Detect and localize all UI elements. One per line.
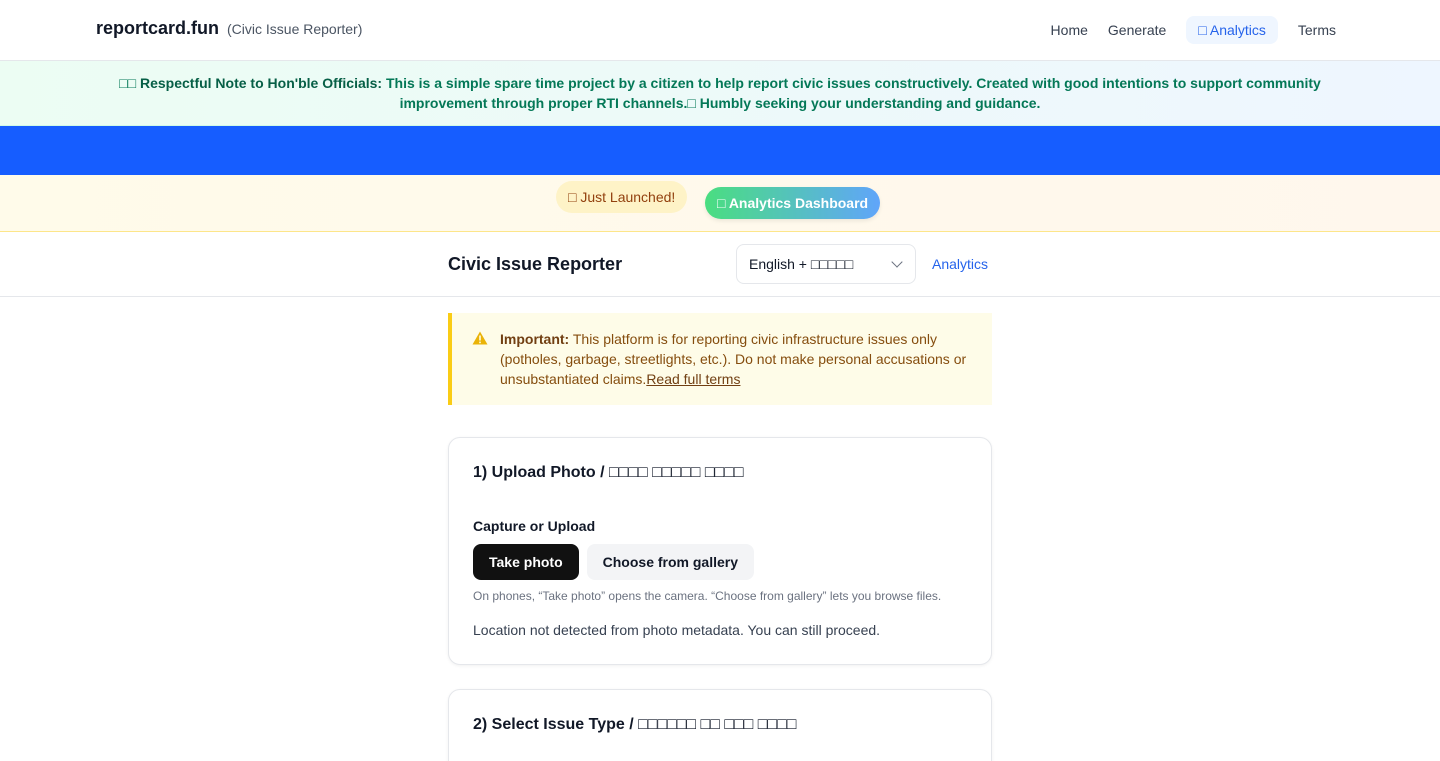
blue-banner (0, 126, 1440, 175)
upload-photo-title: 1) Upload Photo / □□□□ □□□□□ □□□□ (473, 464, 744, 481)
language-select-value: English + □□□□□ (749, 256, 854, 272)
upload-photo-card: 1) Upload Photo / □□□□ □□□□□ □□□□ Captur… (448, 437, 992, 665)
page-title: Civic Issue Reporter (448, 254, 623, 274)
issue-type-title: 2) Select Issue Type / □□□□□□ □□ □□□ □□□… (473, 716, 797, 733)
language-select[interactable]: English + □□□□□ (736, 244, 916, 284)
launch-strip: □ Just Launched! □ Analytics Dashboard (0, 175, 1440, 232)
respectful-note-text: □□ Respectful Note to Hon'ble Officials:… (115, 73, 1325, 113)
take-photo-button[interactable]: Take photo (473, 544, 579, 580)
capture-label: Capture or Upload (473, 518, 596, 534)
nav-generate[interactable]: Generate (1100, 16, 1174, 44)
location-status: Location not detected from photo metadat… (473, 622, 881, 638)
note-body: This is a simple spare time project by a… (382, 75, 1321, 111)
brand-name[interactable]: reportcard.fun (96, 18, 219, 39)
upload-hint: On phones, “Take photo” opens the camera… (473, 589, 942, 603)
note-prefix: □□ (119, 75, 140, 91)
brand[interactable]: reportcard.fun (Civic Issue Reporter) (96, 18, 362, 39)
warning-icon (472, 331, 488, 345)
issue-type-card: 2) Select Issue Type / □□□□□□ □□ □□□ □□□… (448, 689, 992, 761)
nav-home[interactable]: Home (1043, 16, 1096, 44)
note-label: Respectful Note to Hon'ble Officials: (139, 75, 383, 91)
respectful-note-banner: □□ Respectful Note to Hon'ble Officials:… (0, 61, 1440, 126)
notice-label: Important: (500, 331, 570, 347)
brand-subtitle: (Civic Issue Reporter) (227, 21, 363, 37)
choose-gallery-button[interactable]: Choose from gallery (586, 544, 755, 580)
top-navbar: reportcard.fun (Civic Issue Reporter) Ho… (0, 0, 1440, 61)
read-terms-link[interactable]: Read full terms (646, 371, 740, 387)
notice-text: Important: This platform is for reportin… (500, 329, 972, 389)
app-header: Civic Issue Reporter English + □□□□□ Ana… (0, 232, 1440, 297)
upload-buttons: Take photo Choose from gallery (473, 544, 755, 580)
just-launched-badge: □ Just Launched! (556, 181, 688, 213)
nav-terms[interactable]: Terms (1290, 16, 1344, 44)
important-notice: Important: This platform is for reportin… (448, 313, 992, 405)
nav-analytics[interactable]: □ Analytics (1186, 16, 1278, 44)
chevron-down-icon (891, 256, 903, 268)
analytics-dashboard-button[interactable]: □ Analytics Dashboard (705, 187, 881, 219)
header-analytics-link[interactable]: Analytics (932, 256, 988, 272)
nav-links: Home Generate □ Analytics Terms (1043, 16, 1344, 44)
